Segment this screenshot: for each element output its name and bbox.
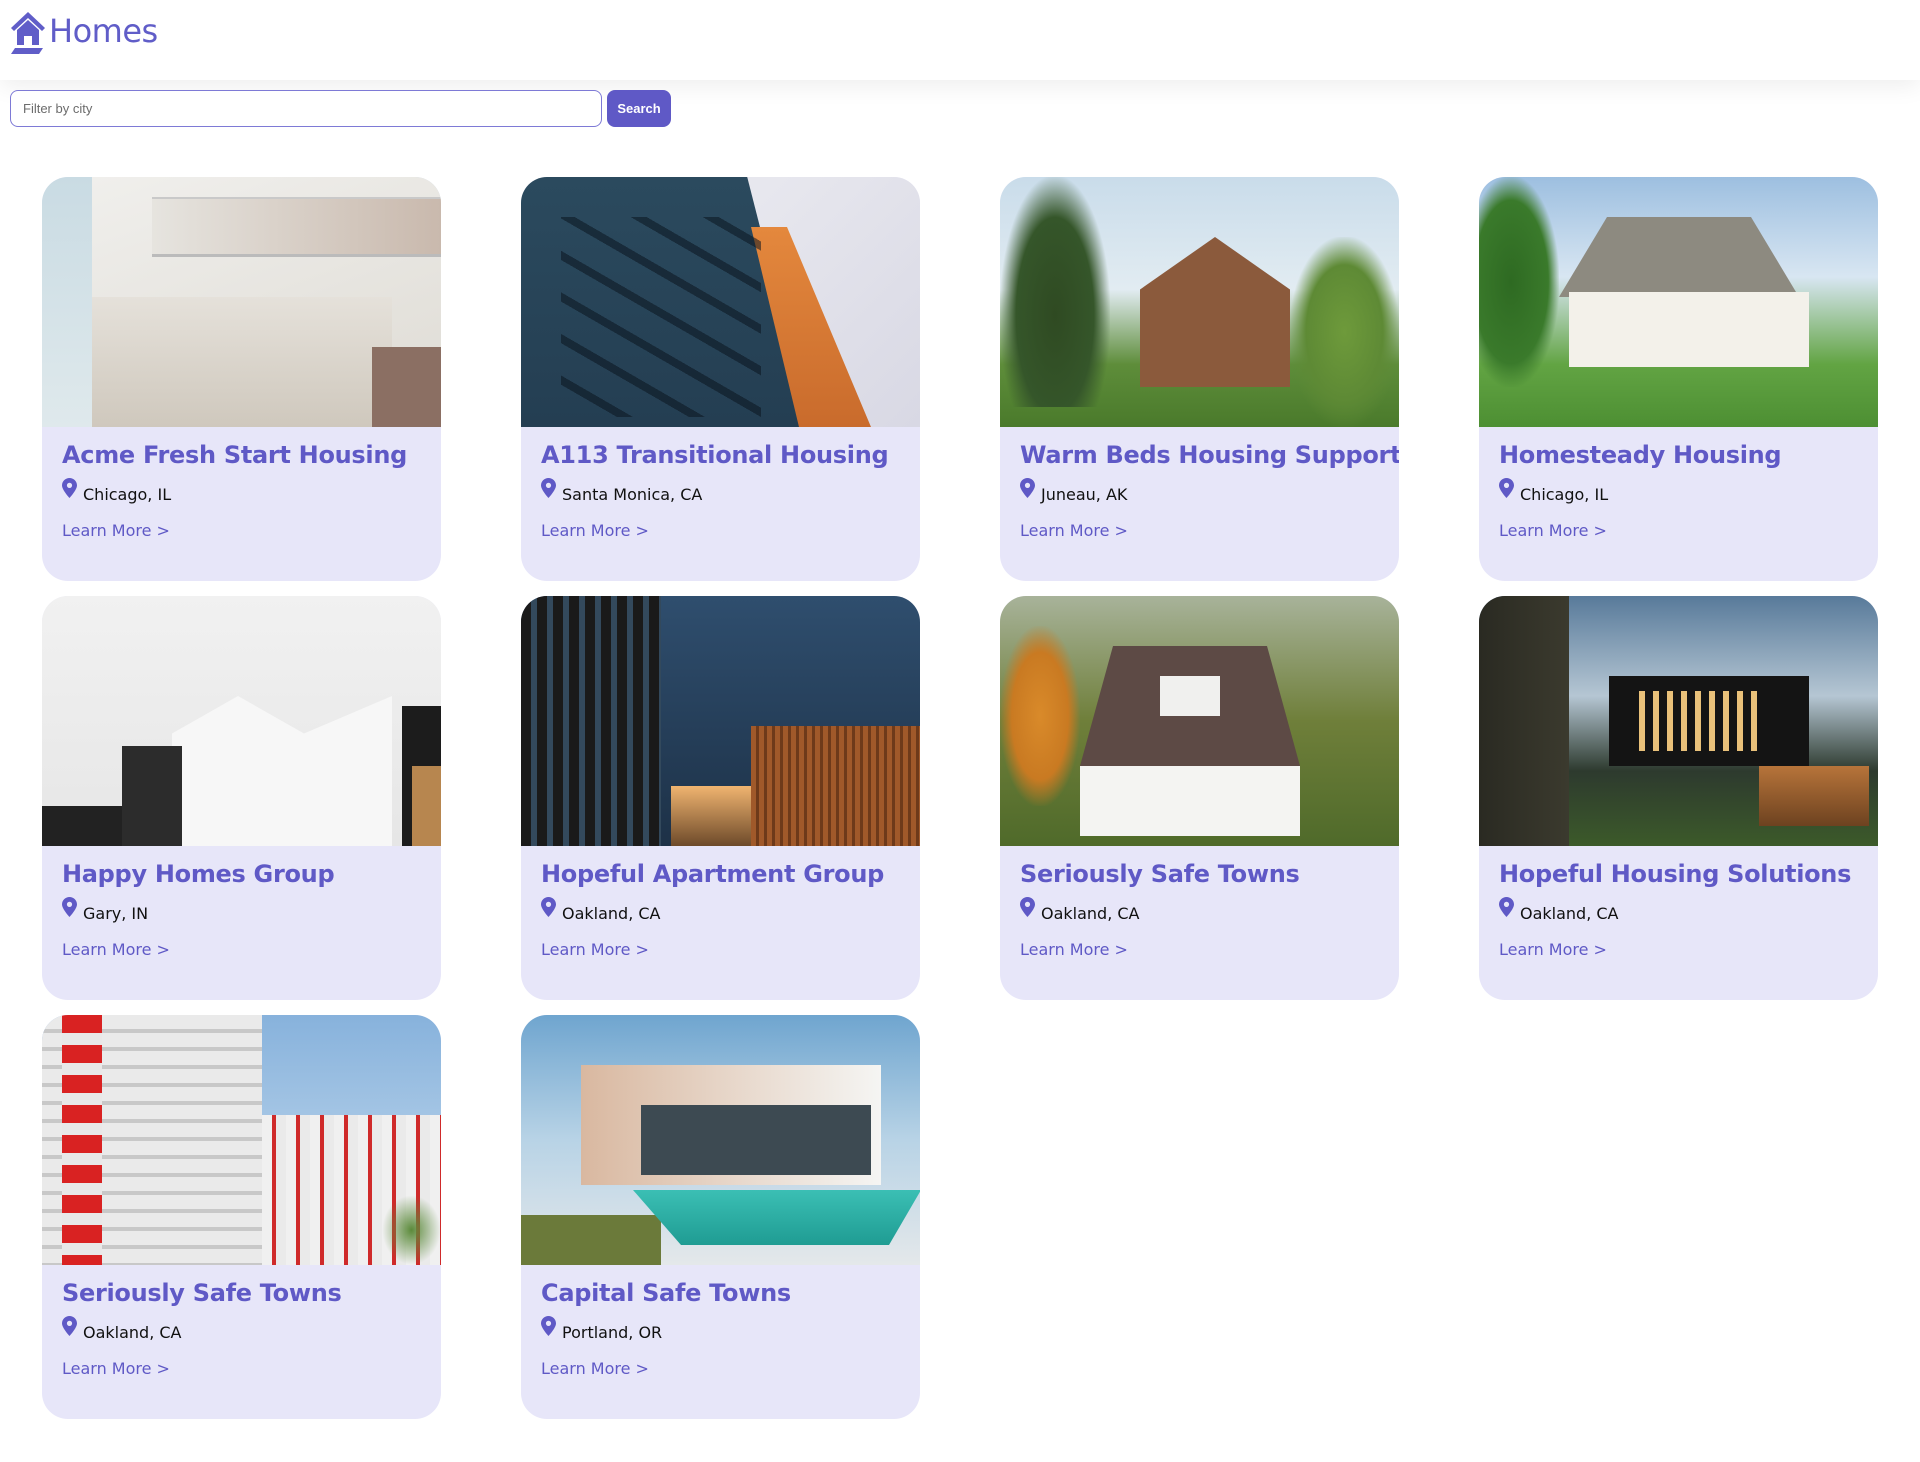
listing-title: A113 Transitional Housing [541,441,889,469]
listing-title: Warm Beds Housing Support [1020,441,1399,469]
listing-title: Seriously Safe Towns [62,1279,342,1307]
app-header: Homes [0,0,1920,80]
listing-title: Seriously Safe Towns [1020,860,1300,888]
learn-more-link[interactable]: Learn More > [62,939,170,961]
filter-form: Search [10,90,671,127]
listing-photo [1000,596,1399,846]
location-pin-icon [1020,897,1035,917]
listing-card: Acme Fresh Start Housing Chicago, IL Lea… [42,177,441,581]
listing-location: Oakland, CA [1499,897,1858,925]
listing-location: Santa Monica, CA [541,478,900,506]
location-pin-icon [541,1316,556,1336]
location-text: Oakland, CA [1041,904,1140,923]
location-text: Oakland, CA [562,904,661,923]
learn-more-link[interactable]: Learn More > [1020,939,1128,961]
city-filter-input[interactable] [10,90,602,127]
listing-photo [1000,177,1399,427]
listing-photo [42,177,441,427]
listing-photo [42,596,441,846]
listing-location: Gary, IN [62,897,421,925]
listing-title: Homesteady Housing [1499,441,1782,469]
listing-title: Capital Safe Towns [541,1279,791,1307]
listing-card: A113 Transitional Housing Santa Monica, … [521,177,920,581]
listing-card: Seriously Safe Towns Oakland, CA Learn M… [1000,596,1399,1000]
listing-photo [521,1015,920,1265]
house-icon [11,12,45,54]
brand-name: Homes [49,12,158,50]
location-pin-icon [541,478,556,498]
location-text: Chicago, IL [83,485,172,504]
listing-photo [1479,596,1878,846]
location-text: Oakland, CA [83,1323,182,1342]
learn-more-link[interactable]: Learn More > [1499,520,1607,542]
location-text: Gary, IN [83,904,149,923]
listing-card: Warm Beds Housing Support Juneau, AK Lea… [1000,177,1399,581]
learn-more-link[interactable]: Learn More > [62,1358,170,1380]
location-text: Chicago, IL [1520,485,1609,504]
listing-photo [521,177,920,427]
listing-card: Happy Homes Group Gary, IN Learn More > [42,596,441,1000]
listing-location: Oakland, CA [541,897,900,925]
listing-location: Oakland, CA [62,1316,421,1344]
location-pin-icon [1020,478,1035,498]
listing-photo [42,1015,441,1265]
location-pin-icon [1499,478,1514,498]
listing-title: Hopeful Apartment Group [541,860,884,888]
listing-title: Happy Homes Group [62,860,335,888]
listing-location: Chicago, IL [62,478,421,506]
learn-more-link[interactable]: Learn More > [541,939,649,961]
listing-card: Capital Safe Towns Portland, OR Learn Mo… [521,1015,920,1419]
location-text: Portland, OR [562,1323,663,1342]
listings-grid: Acme Fresh Start Housing Chicago, IL Lea… [42,177,1878,1419]
learn-more-link[interactable]: Learn More > [1020,520,1128,542]
listing-card: Hopeful Housing Solutions Oakland, CA Le… [1479,596,1878,1000]
listing-card: Homesteady Housing Chicago, IL Learn Mor… [1479,177,1878,581]
listing-card: Hopeful Apartment Group Oakland, CA Lear… [521,596,920,1000]
listing-location: Chicago, IL [1499,478,1858,506]
location-text: Oakland, CA [1520,904,1619,923]
location-pin-icon [62,1316,77,1336]
learn-more-link[interactable]: Learn More > [541,1358,649,1380]
brand[interactable]: Homes [9,8,158,54]
location-pin-icon [541,897,556,917]
location-pin-icon [62,478,77,498]
learn-more-link[interactable]: Learn More > [1499,939,1607,961]
listing-location: Juneau, AK [1020,478,1379,506]
location-pin-icon [1499,897,1514,917]
listing-location: Oakland, CA [1020,897,1379,925]
search-button[interactable]: Search [607,90,671,127]
listing-photo [1479,177,1878,427]
location-pin-icon [62,897,77,917]
location-text: Santa Monica, CA [562,485,703,504]
listing-photo [521,596,920,846]
listing-title: Acme Fresh Start Housing [62,441,407,469]
learn-more-link[interactable]: Learn More > [541,520,649,542]
listing-title: Hopeful Housing Solutions [1499,860,1852,888]
location-text: Juneau, AK [1041,485,1128,504]
learn-more-link[interactable]: Learn More > [62,520,170,542]
listing-location: Portland, OR [541,1316,900,1344]
listing-card: Seriously Safe Towns Oakland, CA Learn M… [42,1015,441,1419]
